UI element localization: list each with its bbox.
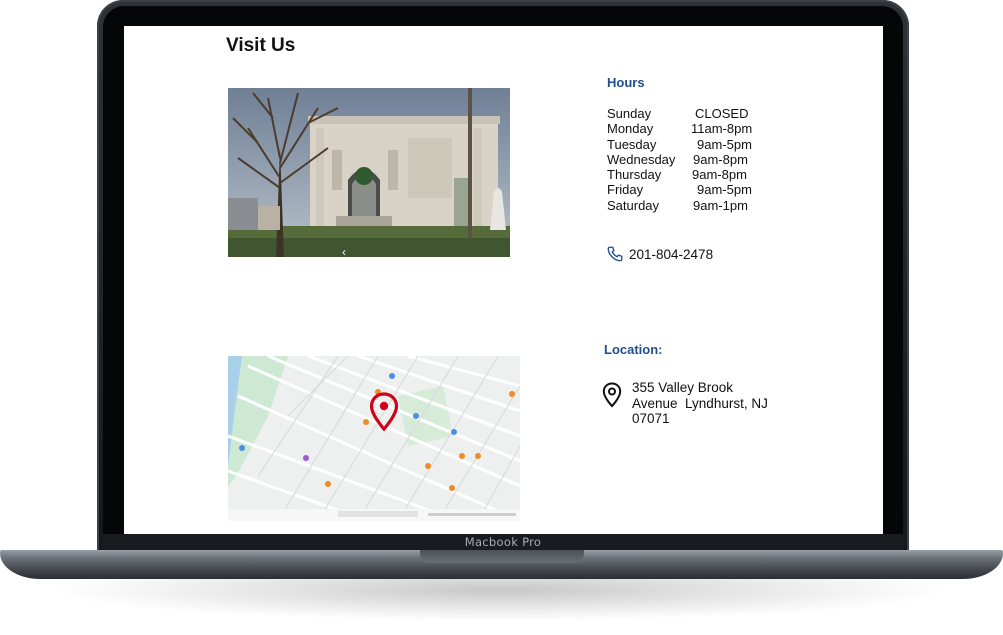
- library-photo[interactable]: [228, 88, 510, 257]
- hours-day: Friday: [607, 182, 644, 198]
- page-title: Visit Us: [226, 35, 296, 56]
- location-heading: Location:: [604, 342, 663, 357]
- hours-day: Wednesday: [607, 151, 676, 167]
- device-label: Macbook Pro: [464, 535, 542, 549]
- location-map[interactable]: [228, 356, 520, 521]
- hours-row: Friday 9am-5pm: [607, 182, 777, 197]
- hours-time: 11am-8pm: [691, 121, 753, 137]
- hours-day: Tuesday: [607, 136, 657, 152]
- hours-row: Tuesday 9am-5pm: [607, 137, 777, 152]
- hours-day: Monday: [607, 121, 654, 137]
- hours-time: 9am-8pm: [692, 167, 747, 183]
- browser-screen: Visit Us ‹ Hours Sunday CLOSED Monday 11…: [124, 26, 883, 534]
- address-line: Avenue Lyndhurst, NJ: [632, 395, 768, 411]
- hours-row: Sunday CLOSED: [607, 106, 777, 121]
- phone-number[interactable]: 201-804-2478: [629, 247, 713, 262]
- hours-day: Saturday: [607, 197, 660, 213]
- address-text: 355 Valley Brook Avenue Lyndhurst, NJ 07…: [632, 380, 782, 427]
- address-block: 355 Valley Brook Avenue Lyndhurst, NJ 07…: [602, 380, 782, 427]
- hours-table: Sunday CLOSED Monday 11am-8pm Tuesday 9a…: [607, 106, 777, 213]
- map-marker-icon[interactable]: [369, 392, 399, 432]
- hours-time: 9am-5pm: [697, 182, 752, 198]
- hours-heading: Hours: [607, 75, 645, 90]
- location-pin-icon: [602, 382, 622, 408]
- hours-row: Thursday 9am-8pm: [607, 167, 777, 182]
- hours-day: Thursday: [607, 167, 662, 183]
- hours-day: Sunday: [607, 106, 652, 121]
- laptop-notch: [420, 550, 584, 563]
- hours-time: 9am-1pm: [693, 197, 748, 213]
- address-line: 07071: [632, 411, 670, 426]
- hours-row: Saturday 9am-1pm: [607, 198, 777, 213]
- phone-icon: [607, 246, 623, 262]
- hours-time: 9am-5pm: [697, 136, 752, 152]
- hours-row: Wednesday 9am-8pm: [607, 152, 777, 167]
- hours-time: 9am-8pm: [693, 151, 748, 167]
- phone-contact[interactable]: 201-804-2478: [606, 245, 713, 263]
- chevron-left-icon[interactable]: ‹: [342, 246, 346, 258]
- hours-time: CLOSED: [695, 106, 749, 121]
- hours-row: Monday 11am-8pm: [607, 121, 777, 136]
- address-line: 355 Valley Brook: [632, 380, 734, 395]
